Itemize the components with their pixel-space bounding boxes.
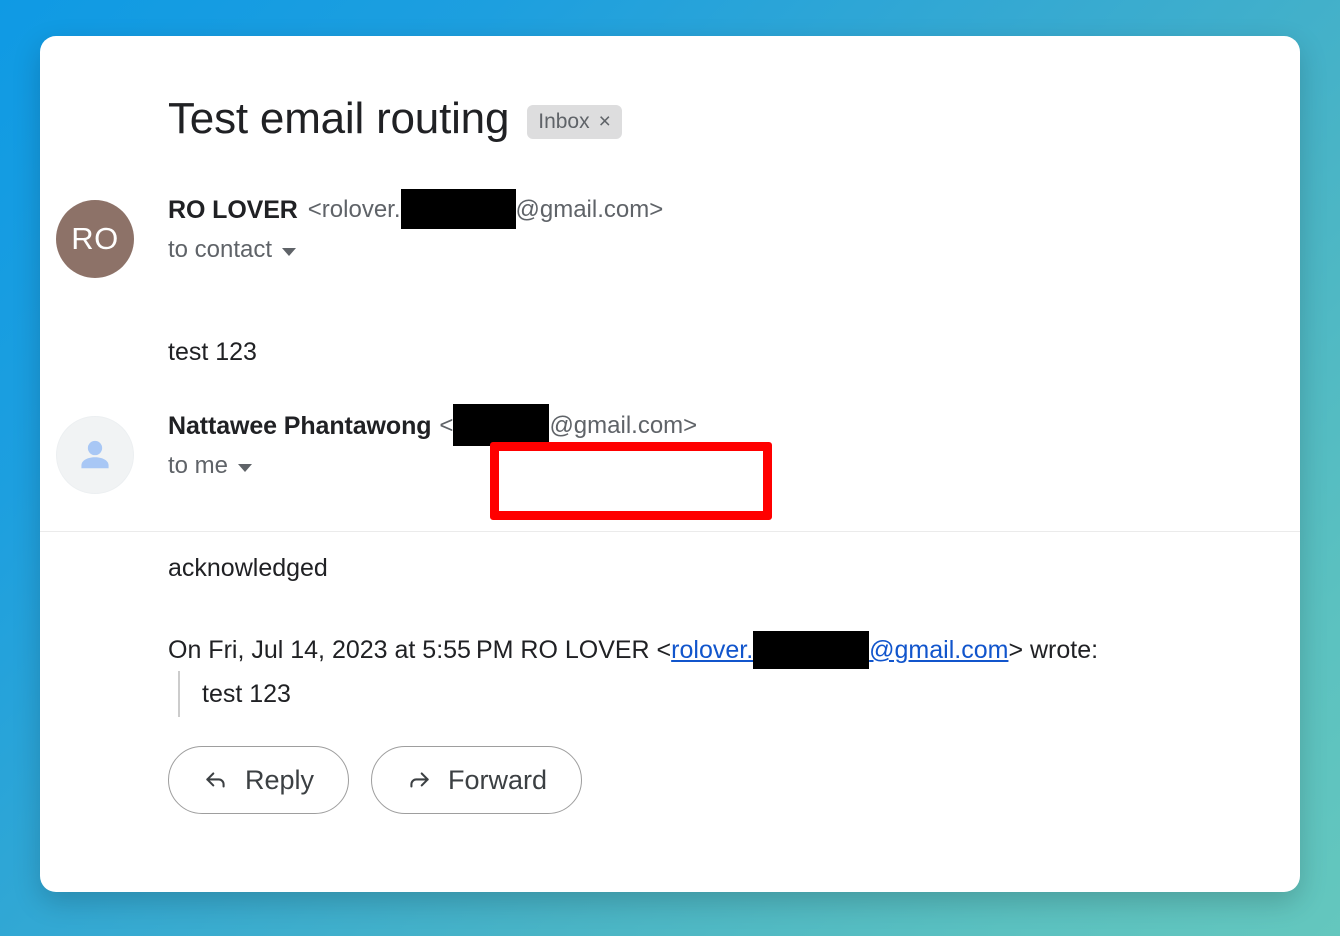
forward-button-label: Forward — [448, 764, 548, 795]
chevron-down-icon[interactable] — [282, 247, 297, 256]
message-divider — [40, 531, 1300, 532]
redacted-block — [400, 189, 516, 229]
avatar[interactable]: RO — [56, 200, 134, 278]
message-2-header: Nattawee Phantawong < @gmail.com> to me — [168, 404, 1268, 480]
quoted-message-text: test 123 — [202, 679, 291, 708]
recipient-toggle[interactable]: to me — [168, 452, 1268, 480]
sender-address-prefix: < — [439, 412, 454, 439]
sender-address-prefix: <rolover. — [307, 196, 401, 223]
quote-sender-link-suffix[interactable]: @gmail.com — [869, 636, 1008, 664]
quote-header: On Fri, Jul 14, 2023 at 5:55 PM RO LOVER… — [168, 631, 1098, 672]
close-icon[interactable]: × — [599, 111, 611, 132]
sender-name: Nattawee Phantawong — [168, 412, 432, 440]
reply-button[interactable]: Reply — [168, 746, 350, 814]
recipient-label: to contact — [168, 236, 273, 263]
quote-outro: > wrote: — [1008, 636, 1099, 665]
redacted-block — [453, 404, 550, 446]
avatar[interactable] — [56, 416, 134, 494]
action-buttons: Reply Forward — [168, 746, 583, 814]
sender-address-suffix: @gmail.com> — [515, 196, 664, 223]
recipient-label: to me — [168, 452, 229, 479]
email-thread-card: Test email routing Inbox × RO RO LOVER <… — [40, 36, 1300, 892]
message-1-body: test 123 — [168, 338, 257, 366]
recipient-toggle[interactable]: to contact — [168, 236, 1268, 264]
redacted-block — [753, 631, 870, 669]
page-title: Test email routing — [168, 94, 510, 143]
avatar-initials: RO — [71, 221, 119, 256]
chevron-down-icon[interactable] — [238, 463, 253, 472]
forward-arrow-icon — [410, 772, 429, 788]
person-icon — [81, 440, 109, 469]
sender-name: RO LOVER — [168, 196, 298, 224]
label-chip-label: Inbox — [538, 110, 590, 134]
forward-button[interactable]: Forward — [371, 746, 583, 814]
quote-intro: On Fri, Jul 14, 2023 at 5:55 PM RO LOVER… — [168, 636, 672, 665]
quote-sender-link[interactable]: rolover. — [671, 636, 753, 664]
sender-line: Nattawee Phantawong < @gmail.com> — [168, 404, 1268, 446]
quoted-message: test 123 — [178, 671, 291, 717]
message-1-header: RO LOVER <rolover. @gmail.com> to contac… — [168, 189, 1268, 264]
label-chip-inbox[interactable]: Inbox × — [527, 105, 622, 140]
sender-line: RO LOVER <rolover. @gmail.com> — [168, 189, 1268, 230]
reply-arrow-icon — [206, 772, 225, 788]
sender-address-suffix: @gmail.com> — [549, 412, 698, 439]
reply-button-label: Reply — [245, 764, 315, 795]
message-2-body: acknowledged — [168, 554, 328, 582]
subject-row: Test email routing Inbox × — [168, 94, 622, 145]
